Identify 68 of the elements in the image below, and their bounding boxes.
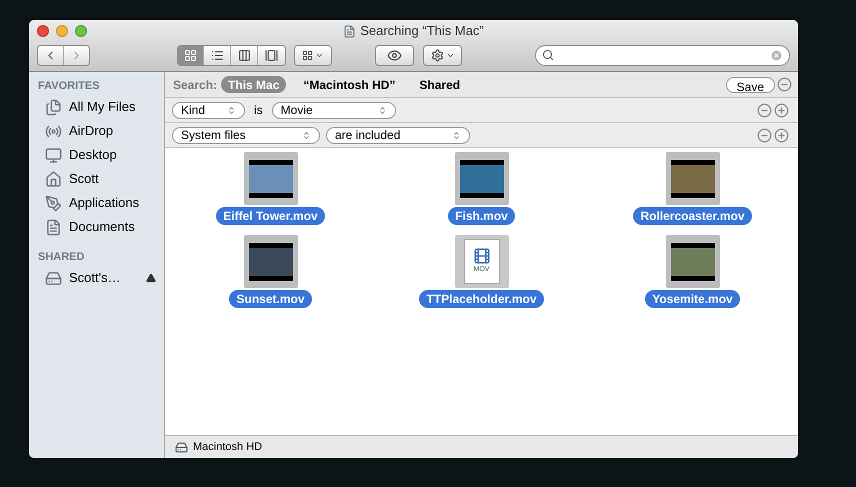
zoom-button[interactable]	[75, 25, 87, 37]
file-name[interactable]: TTPlaceholder.mov	[419, 290, 544, 308]
sidebar-item-icon	[45, 270, 62, 286]
document-icon	[343, 24, 356, 38]
scope-button[interactable]: “Macintosh HD”	[296, 76, 402, 93]
video-thumbnail[interactable]	[454, 152, 508, 205]
scope-button[interactable]: Shared	[412, 76, 468, 93]
criteria-value-popup[interactable]: Movie	[272, 102, 396, 118]
sidebar-item-icon	[45, 146, 62, 164]
video-thumbnail[interactable]	[666, 235, 720, 288]
view-mode-icon	[210, 48, 224, 62]
remove-icon[interactable]	[777, 77, 792, 92]
stepper-arrows-icon	[452, 130, 461, 140]
video-thumbnail[interactable]	[244, 152, 298, 205]
add-icon[interactable]	[774, 128, 789, 142]
view-mode-button[interactable]	[231, 46, 258, 64]
quick-look-button[interactable]	[375, 44, 414, 66]
criteria-attribute-popup[interactable]: Kind	[172, 102, 245, 118]
view-mode-button[interactable]	[258, 46, 285, 64]
path-label: Macintosh HD	[193, 440, 262, 455]
stepper-arrows-icon	[378, 106, 387, 114]
remove-icon[interactable]	[757, 102, 772, 118]
film-icon	[472, 247, 490, 266]
arrange-button[interactable]	[294, 44, 332, 66]
window-title: Searching “This Mac”	[360, 22, 484, 40]
sidebar-item-icon	[45, 170, 62, 188]
remove-icon[interactable]	[757, 128, 772, 142]
sidebar-item[interactable]: Scott	[69, 169, 156, 189]
sidebar-heading: FAVORITES	[38, 79, 101, 94]
sidebar-item[interactable]: Documents	[69, 217, 156, 237]
criteria-connector: is	[253, 102, 264, 119]
sidebar-item[interactable]: All My Files	[69, 97, 156, 117]
sidebar-item[interactable]: Applications	[69, 193, 156, 213]
sidebar-heading: SHARED	[38, 250, 86, 265]
stepper-arrows-icon	[302, 130, 311, 140]
stepper-arrows-icon	[227, 106, 236, 114]
sidebar-item[interactable]: Scott's…	[69, 268, 139, 288]
file-name[interactable]: Yosemite.mov	[645, 290, 740, 308]
sidebar-item[interactable]: AirDrop	[69, 121, 156, 141]
criteria-value-popup[interactable]: are included	[326, 126, 470, 144]
video-thumbnail[interactable]	[666, 152, 720, 205]
save-button[interactable]: Save	[726, 76, 775, 92]
eject-icon[interactable]	[146, 273, 156, 283]
sidebar-item[interactable]: Desktop	[69, 145, 156, 165]
search-field[interactable]	[534, 44, 790, 66]
grid-icon	[302, 50, 314, 60]
file-name[interactable]: Rollercoaster.mov	[633, 207, 752, 225]
sidebar-item-icon	[45, 218, 62, 236]
video-thumbnail[interactable]	[244, 235, 298, 288]
file-name[interactable]: Fish.mov	[448, 207, 515, 225]
view-mode-icon	[264, 48, 278, 62]
file-name[interactable]: Sunset.mov	[229, 290, 312, 308]
file-name[interactable]: Eiffel Tower.mov	[216, 207, 325, 225]
sidebar-item-icon	[45, 98, 62, 116]
view-mode-icon	[238, 48, 251, 62]
criteria-attribute-popup[interactable]: System files	[172, 126, 320, 144]
sidebar-item-icon	[45, 194, 62, 212]
eye-icon	[387, 48, 402, 62]
view-mode-control[interactable]	[176, 44, 286, 66]
search-icon	[542, 49, 554, 61]
search-label: Search:	[173, 76, 218, 94]
gear-icon	[430, 48, 444, 62]
action-button[interactable]	[423, 44, 462, 66]
view-mode-button[interactable]	[204, 46, 232, 64]
add-icon[interactable]	[774, 102, 789, 118]
view-mode-icon	[184, 48, 197, 62]
drive-icon	[175, 440, 188, 454]
close-button[interactable]	[37, 25, 49, 37]
